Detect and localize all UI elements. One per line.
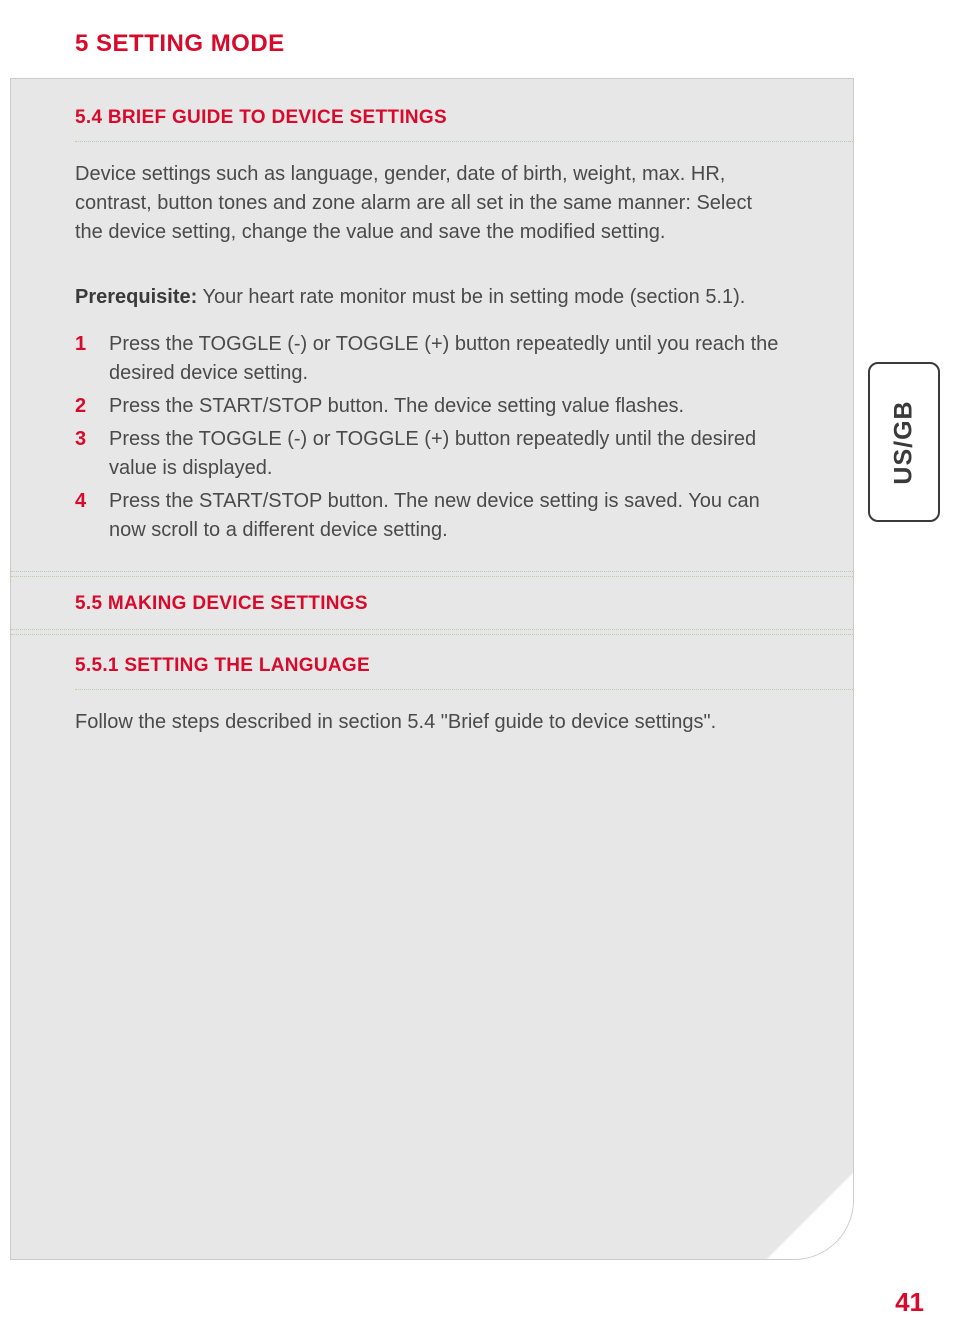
section-5-5-1-heading: 5.5.1 SETTING THE LANGUAGE [11,635,853,689]
language-tab-label: US/GB [890,400,919,484]
step-item: 2Press the START/STOP button. The device… [75,392,783,421]
step-item: 3Press the TOGGLE (-) or TOGGLE (+) butt… [75,425,783,483]
section-5-5-heading: 5.5 MAKING DEVICE SETTINGS [11,577,853,629]
step-number: 4 [75,487,109,516]
section-5-5-1-para: Follow the steps described in section 5.… [11,690,853,755]
prerequisite-text: Your heart rate monitor must be in setti… [197,286,745,308]
step-text: Press the START/STOP button. The device … [109,392,783,421]
step-item: 4Press the START/STOP button. The new de… [75,487,783,545]
step-number: 3 [75,425,109,454]
corner-bevel [765,1171,854,1260]
step-text: Press the TOGGLE (-) or TOGGLE (+) butto… [109,330,783,388]
section-5-4-para1: Device settings such as language, gender… [11,142,853,265]
step-number: 2 [75,392,109,421]
chapter-title: 5 SETTING MODE [75,30,285,58]
step-text: Press the START/STOP button. The new dev… [109,487,783,545]
step-text: Press the TOGGLE (-) or TOGGLE (+) butto… [109,425,783,483]
step-item: 1Press the TOGGLE (-) or TOGGLE (+) butt… [75,330,783,388]
step-number: 1 [75,330,109,359]
language-tab: US/GB [868,362,940,522]
section-5-4-prerequisite: Prerequisite: Your heart rate monitor mu… [11,265,853,330]
prerequisite-label: Prerequisite: [75,286,197,308]
page: 5 SETTING MODE 5.4 BRIEF GUIDE TO DEVICE… [0,0,954,1336]
section-5-4-heading: 5.4 BRIEF GUIDE TO DEVICE SETTINGS [11,79,853,141]
content-panel: 5.4 BRIEF GUIDE TO DEVICE SETTINGS Devic… [10,78,854,1260]
step-list: 1Press the TOGGLE (-) or TOGGLE (+) butt… [11,330,853,571]
page-number: 41 [895,1287,924,1318]
